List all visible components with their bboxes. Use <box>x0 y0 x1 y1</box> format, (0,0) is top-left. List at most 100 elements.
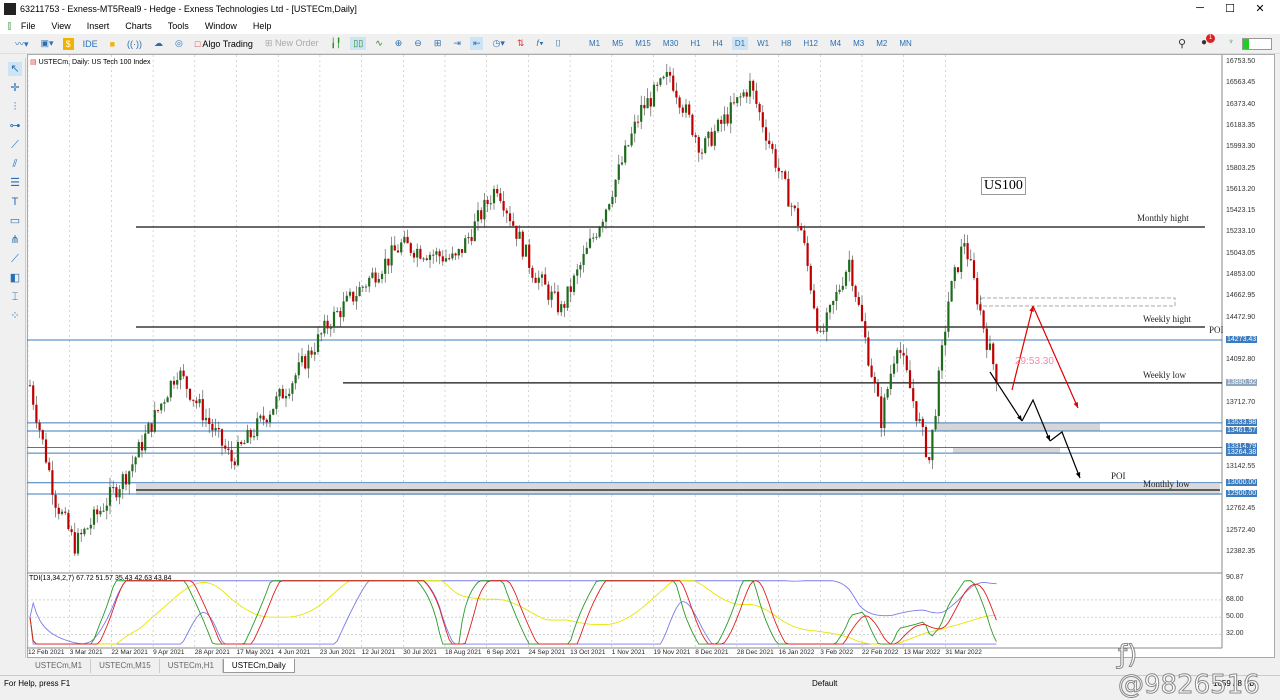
bull-candle <box>704 138 707 153</box>
bull-candle <box>835 291 838 301</box>
bear-candle <box>697 137 700 153</box>
price-tick: 14853.00 <box>1226 271 1256 279</box>
bear-candle <box>182 370 185 377</box>
bull-candle <box>950 280 953 302</box>
bull-candle <box>256 418 259 437</box>
bull-candle <box>646 98 649 109</box>
bull-candle <box>790 205 793 207</box>
bear-candle <box>438 251 441 257</box>
bull-candle <box>390 245 393 266</box>
bull-candle <box>204 417 208 421</box>
bull-candle <box>931 429 934 461</box>
price-tick: 14472.90 <box>1226 313 1256 321</box>
date-tick: 13 Oct 2021 <box>570 649 606 656</box>
bull-candle <box>345 295 348 302</box>
bear-path-arrow <box>1049 431 1081 479</box>
bull-candle <box>838 289 841 292</box>
date-tick: 23 Jun 2021 <box>319 649 356 656</box>
date-tick: 16 Jan 2022 <box>778 649 815 656</box>
price-level-tag: 13264.38 <box>1226 449 1258 457</box>
bull-candle <box>166 397 169 403</box>
price-chart[interactable] <box>0 0 1280 692</box>
bear-candle <box>217 428 220 430</box>
bear-candle <box>201 399 204 421</box>
bear-candle <box>720 119 723 124</box>
bear-path-arrow-head <box>1075 472 1081 478</box>
bear-candle <box>38 422 41 431</box>
bear-candle <box>419 248 422 259</box>
bear-candle <box>240 441 243 445</box>
bear-candle <box>854 285 857 298</box>
bear-candle <box>32 385 35 405</box>
indicator-tick: 50.00 <box>1226 613 1244 621</box>
bear-candle <box>185 376 188 389</box>
bear-candle <box>115 487 118 498</box>
bull-candle <box>278 388 281 397</box>
bull-candle <box>742 92 745 97</box>
bear-candle <box>899 350 902 353</box>
bear-candle <box>982 310 985 329</box>
bear-candle <box>230 449 233 462</box>
bull-candle <box>896 350 899 364</box>
bear-candle <box>534 277 537 283</box>
bear-candle <box>233 461 236 466</box>
bear-candle <box>556 291 560 313</box>
alt-path-arrow <box>1011 305 1034 391</box>
bear-candle <box>505 210 508 214</box>
bull-candle <box>707 131 710 139</box>
bull-candle <box>588 238 592 248</box>
bull-candle <box>86 528 89 530</box>
bull-candle <box>489 203 492 205</box>
tab-m15[interactable]: USTECm,M15 <box>91 659 160 673</box>
bear-candle <box>816 308 819 332</box>
bull-candle <box>723 114 726 124</box>
bear-candle <box>281 388 284 399</box>
indicator-tick: 32.00 <box>1226 630 1244 638</box>
tab-daily[interactable]: USTECm,Daily <box>222 659 295 673</box>
bear-candle <box>902 352 905 356</box>
profile-name: Default <box>812 679 838 688</box>
symbol-text-box[interactable]: US100 <box>981 177 1026 195</box>
bear-candle <box>211 424 214 431</box>
bear-candle <box>192 399 195 401</box>
bear-candle <box>787 178 790 207</box>
bull-candle <box>883 397 886 429</box>
bear-candle <box>112 487 115 489</box>
bull-candle <box>716 119 720 132</box>
bull-candle <box>640 104 643 122</box>
bull-candle <box>121 474 124 490</box>
bear-candle <box>956 267 960 273</box>
price-tick: 13142.55 <box>1226 462 1256 470</box>
bear-path-arrow-head <box>1017 415 1022 421</box>
bull-candle <box>118 489 121 498</box>
bear-candle <box>800 226 803 231</box>
price-tick: 12572.40 <box>1226 526 1256 534</box>
bull-candle <box>236 441 240 466</box>
price-tick: 13712.70 <box>1226 398 1256 406</box>
indicator-label: TDI(13,34,2,7) 67.72 51.57 35.43 42.63 4… <box>29 575 172 582</box>
bear-candle <box>48 462 51 471</box>
bear-candle <box>870 365 873 377</box>
bull-candle <box>576 269 579 276</box>
bear-candle <box>569 286 572 292</box>
bull-candle <box>99 510 102 515</box>
bear-candle <box>668 71 672 76</box>
bear-candle <box>521 231 524 257</box>
tab-m1[interactable]: USTECm,M1 <box>27 659 92 673</box>
bear-candle <box>700 152 704 154</box>
bull-candle <box>886 388 889 398</box>
bear-candle <box>502 201 505 211</box>
bull-candle <box>163 402 166 404</box>
bear-candle <box>851 259 854 286</box>
bull-candle <box>947 301 950 332</box>
bear-candle <box>985 328 988 350</box>
bear-candle <box>425 258 428 260</box>
tab-h1[interactable]: USTECm,H1 <box>160 659 223 673</box>
date-tick: 12 Jul 2021 <box>361 649 396 656</box>
bull-candle <box>444 258 448 262</box>
bull-candle <box>841 285 844 290</box>
price-tick: 16563.45 <box>1226 79 1256 87</box>
bear-candle <box>636 121 640 123</box>
bear-candle <box>499 193 502 202</box>
price-tick: 15803.25 <box>1226 164 1256 172</box>
